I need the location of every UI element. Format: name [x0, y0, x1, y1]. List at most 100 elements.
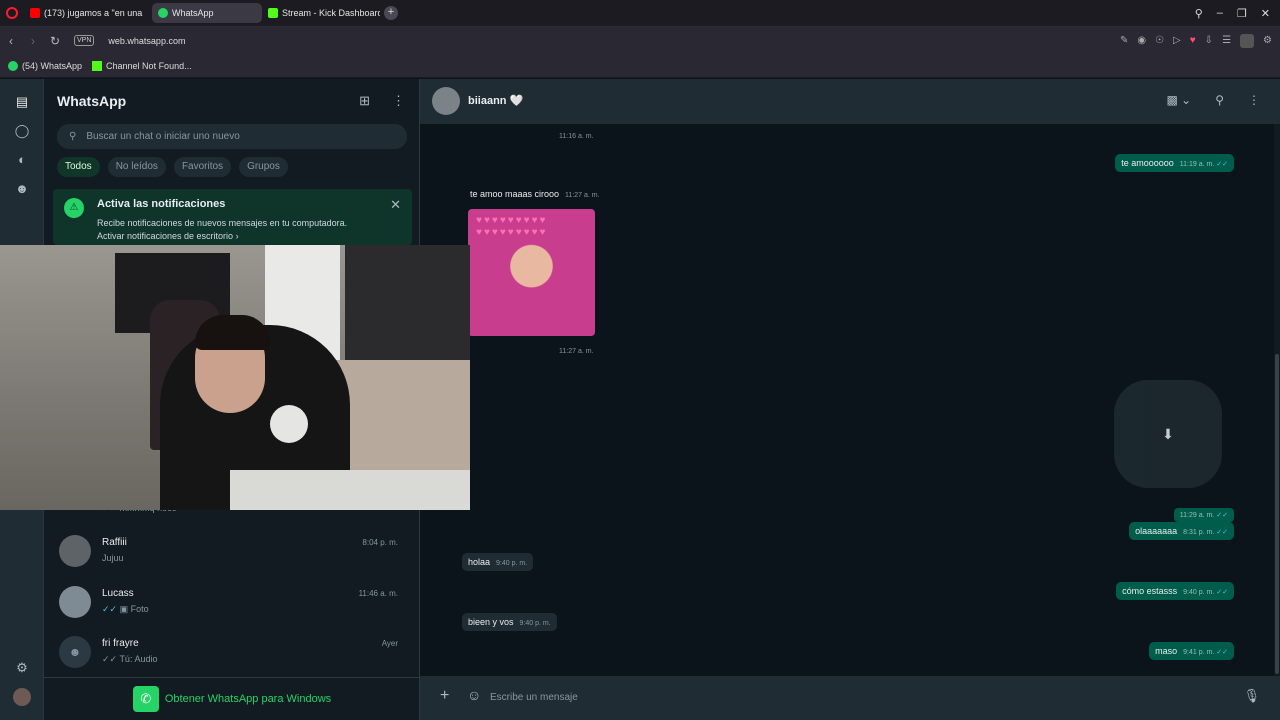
- message-time: 11:19 a. m.: [1179, 161, 1215, 168]
- filter-unread[interactable]: No leídos: [107, 157, 166, 177]
- close-icon[interactable]: ✕: [390, 197, 401, 213]
- microphone-icon[interactable]: 🎙: [1243, 688, 1260, 704]
- scroll-down-button[interactable]: ⬇: [1114, 380, 1222, 488]
- hair: [195, 315, 270, 350]
- message-time: 9:40 p. m.: [1183, 589, 1215, 596]
- filter-favorites[interactable]: Favoritos: [173, 157, 232, 177]
- message-incoming[interactable]: te amoo maaas cirooo 11:27 a. m.: [464, 185, 606, 203]
- message-incoming[interactable]: bieen y vos 9:40 p. m.: [462, 613, 557, 631]
- shield-icon[interactable]: ☉: [1155, 35, 1164, 46]
- tab-label: WhatsApp: [172, 8, 214, 18]
- chat-preview: Jujuu: [102, 553, 124, 563]
- chat-item-raffiii[interactable]: Raffiii Jujuu 8:04 p. m.: [44, 529, 420, 577]
- heart-icon[interactable]: ♥: [1190, 35, 1196, 46]
- opera-logo-icon[interactable]: [6, 7, 18, 19]
- message-time: 11:27 a. m.: [565, 192, 600, 199]
- edit-icon[interactable]: ✎: [1120, 35, 1128, 46]
- tab-kick[interactable]: Stream - Kick Dashboard: [262, 3, 380, 23]
- emoji-icon[interactable]: ☺: [467, 687, 481, 703]
- chat-name: fri frayre: [102, 638, 139, 649]
- message-text: holaa: [468, 557, 491, 567]
- message-outgoing[interactable]: maso 9:41 p. m. ✓✓: [1149, 642, 1234, 660]
- browser-tab-bar: (173) jugamos a "en una WhatsApp Stream …: [0, 0, 1280, 26]
- link-label: Activar notificaciones de escritorio: [97, 231, 234, 241]
- bookmark-kick[interactable]: Channel Not Found...: [92, 61, 192, 71]
- read-ticks-icon: ✓✓: [1216, 512, 1228, 519]
- vpn-badge[interactable]: VPN: [74, 35, 95, 46]
- heart-pattern: ♥♥♥♥♥♥♥♥♥ ♥♥♥♥♥♥♥♥♥: [476, 215, 548, 238]
- get-whatsapp-windows[interactable]: ✆ Obtener WhatsApp para Windows: [44, 677, 420, 720]
- notification-description: Recibe notificaciones de nuevos mensajes…: [97, 218, 348, 228]
- whatsapp-icon: [158, 8, 168, 18]
- read-ticks-icon: ✓✓: [102, 604, 118, 614]
- conversation-header: biiaann 🤍 ▩ ⌄ ⚲ ⋮: [420, 79, 1280, 124]
- message-time: 9:40 p. m.: [496, 560, 528, 567]
- chat-time: 11:46 a. m.: [358, 589, 398, 598]
- video-call-icon[interactable]: ▩ ⌄: [1166, 93, 1191, 107]
- camera-icon[interactable]: ◉: [1137, 35, 1146, 46]
- message-time: 11:29 a. m. ✓✓: [1173, 508, 1234, 522]
- maximize-icon[interactable]: ❐: [1237, 7, 1247, 20]
- notification-banner: ⚠ Activa las notificaciones Recibe notif…: [53, 189, 412, 245]
- chat-item-fri-frayre[interactable]: ☻ fri frayre ✓✓ Tú: Audio Ayer: [44, 630, 420, 678]
- chat-item-lucass[interactable]: Lucass ✓✓ ▣ Foto 11:46 a. m.: [44, 580, 420, 628]
- search-icon[interactable]: ⚲: [1215, 93, 1224, 107]
- message-time: 8:31 p. m.: [1183, 529, 1215, 536]
- address-bar: ‹ › ↻ VPN web.whatsapp.com ✎ ◉ ☉ ▷ ♥ ⇩ ☰…: [0, 26, 1280, 55]
- settings-icon[interactable]: ⚙: [13, 659, 31, 677]
- settings-icon[interactable]: ⚙: [1263, 35, 1272, 46]
- webcam-overlay: [0, 245, 470, 510]
- scrollbar[interactable]: [1274, 124, 1280, 676]
- filter-groups[interactable]: Grupos: [239, 157, 288, 177]
- filter-all[interactable]: Todos: [57, 157, 100, 177]
- back-icon[interactable]: ‹: [0, 34, 22, 48]
- bookmark-whatsapp[interactable]: (54) WhatsApp: [8, 61, 82, 71]
- tab-youtube[interactable]: (173) jugamos a "en una: [24, 3, 152, 23]
- tab-whatsapp[interactable]: WhatsApp: [152, 3, 262, 23]
- new-tab-button[interactable]: +: [384, 6, 398, 20]
- minimize-icon[interactable]: –: [1217, 7, 1223, 19]
- chat-time: 8:04 p. m.: [362, 538, 398, 547]
- chats-icon[interactable]: ▤: [13, 93, 31, 111]
- chat-name: Raffiii: [102, 537, 127, 548]
- play-icon[interactable]: ▷: [1173, 35, 1181, 46]
- message-outgoing[interactable]: cómo estasss 9:40 p. m. ✓✓: [1116, 582, 1234, 600]
- whatsapp-icon: [8, 61, 18, 71]
- status-icon[interactable]: ◯: [13, 122, 31, 140]
- search-icon: ⚲: [69, 131, 77, 142]
- message-incoming[interactable]: holaa 9:40 p. m.: [462, 553, 534, 571]
- scrollbar-thumb[interactable]: [1275, 354, 1279, 674]
- new-chat-icon[interactable]: ⊞: [359, 93, 370, 109]
- search-box[interactable]: ⚲ Buscar un chat o iniciar uno nuevo: [57, 124, 407, 149]
- photo-icon: ▣: [119, 604, 129, 614]
- download-icon[interactable]: ⇩: [1205, 35, 1213, 46]
- read-ticks-icon: ✓✓: [1216, 161, 1228, 168]
- message-outgoing[interactable]: te amoooooo 11:19 a. m. ✓✓: [1115, 154, 1234, 172]
- image-message[interactable]: ♥♥♥♥♥♥♥♥♥ ♥♥♥♥♥♥♥♥♥: [468, 209, 595, 336]
- contact-avatar[interactable]: [432, 87, 460, 115]
- message-time-text: 11:29 a. m.: [1179, 512, 1215, 519]
- attach-icon[interactable]: +: [440, 687, 449, 705]
- url-field[interactable]: web.whatsapp.com: [108, 36, 185, 46]
- profile-avatar[interactable]: [13, 688, 31, 706]
- reload-icon[interactable]: ↻: [44, 34, 66, 48]
- channels-icon[interactable]: ◐: [13, 151, 31, 169]
- communities-icon[interactable]: ☻: [13, 180, 31, 198]
- message-text: bieen y vos: [468, 617, 514, 627]
- tab-label: Stream - Kick Dashboard: [282, 8, 380, 18]
- more-options-icon[interactable]: ⋮: [1248, 93, 1260, 107]
- search-icon[interactable]: ⚲: [1195, 7, 1203, 20]
- enable-notifications-link[interactable]: Activar notificaciones de escritorio ›: [97, 231, 239, 241]
- message-time: 11:27 a. m.: [559, 348, 594, 355]
- contact-name[interactable]: biiaann 🤍: [468, 94, 523, 107]
- message-time: 9:40 p. m.: [519, 620, 551, 627]
- close-icon[interactable]: ✕: [1261, 7, 1270, 20]
- message-input[interactable]: Escribe un mensaje: [490, 692, 578, 703]
- profile-avatar[interactable]: [1240, 33, 1255, 48]
- menu-icon[interactable]: ☰: [1222, 35, 1231, 46]
- forward-icon[interactable]: ›: [22, 34, 44, 48]
- more-options-icon[interactable]: ⋮: [392, 93, 405, 109]
- kick-icon: [92, 61, 103, 71]
- message-outgoing[interactable]: olaaaaaaa 8:31 p. m. ✓✓: [1129, 522, 1234, 540]
- microphone-boom: [270, 405, 308, 443]
